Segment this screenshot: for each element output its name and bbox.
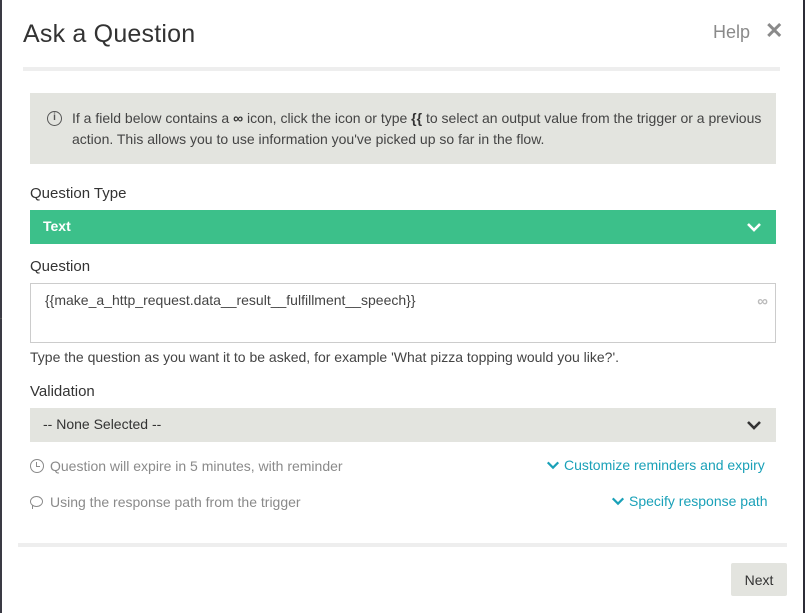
- info-text: If a field below contains a ∞ icon, clic…: [72, 108, 762, 150]
- question-label: Question: [30, 258, 91, 275]
- info-icon: i: [47, 111, 62, 126]
- validation-value: -- None Selected --: [43, 416, 162, 432]
- specify-response-path-link[interactable]: Specify response path: [611, 493, 768, 509]
- clock-icon: [30, 459, 44, 473]
- dialog-title: Ask a Question: [23, 20, 196, 48]
- question-input[interactable]: {{make_a_http_request.data__result__fulf…: [30, 283, 776, 343]
- info-text-before: If a field below contains a: [72, 110, 234, 126]
- braces-glyph: {{: [411, 110, 423, 126]
- header-divider: [23, 67, 780, 71]
- question-type-label: Question Type: [30, 185, 127, 202]
- question-hint: Type the question as you want it to be a…: [30, 349, 620, 365]
- expiry-status: Question will expire in 5 minutes, with …: [50, 458, 343, 474]
- chevron-down-icon: [747, 223, 761, 232]
- customize-reminders-link[interactable]: Customize reminders and expiry: [546, 457, 765, 473]
- chevron-down-icon: [747, 421, 761, 430]
- help-link[interactable]: Help: [713, 22, 750, 43]
- question-type-value: Text: [43, 218, 71, 234]
- footer-divider: [18, 543, 787, 547]
- response-status: Using the response path from the trigger: [50, 494, 301, 510]
- chevron-down-icon: [546, 461, 560, 470]
- customize-reminders-label: Customize reminders and expiry: [564, 457, 765, 473]
- ask-question-dialog: Ask a Question Help ✕ i If a field below…: [2, 0, 803, 613]
- dialog-header: Ask a Question Help ✕: [2, 0, 803, 70]
- validation-label: Validation: [30, 383, 95, 400]
- info-text-middle: icon, click the icon or type: [243, 110, 412, 126]
- speech-bubble-icon: [30, 496, 43, 509]
- question-input-value: {{make_a_http_request.data__result__fulf…: [45, 292, 416, 308]
- question-type-select[interactable]: Text: [30, 210, 776, 244]
- close-icon[interactable]: ✕: [765, 20, 783, 42]
- specify-response-path-label: Specify response path: [629, 493, 768, 509]
- infinity-icon[interactable]: ∞: [757, 293, 768, 310]
- infinity-icon: ∞: [233, 110, 244, 126]
- info-panel: i If a field below contains a ∞ icon, cl…: [30, 93, 776, 164]
- validation-select[interactable]: -- None Selected --: [30, 408, 776, 442]
- chevron-down-icon: [611, 497, 625, 506]
- next-button[interactable]: Next: [731, 563, 787, 596]
